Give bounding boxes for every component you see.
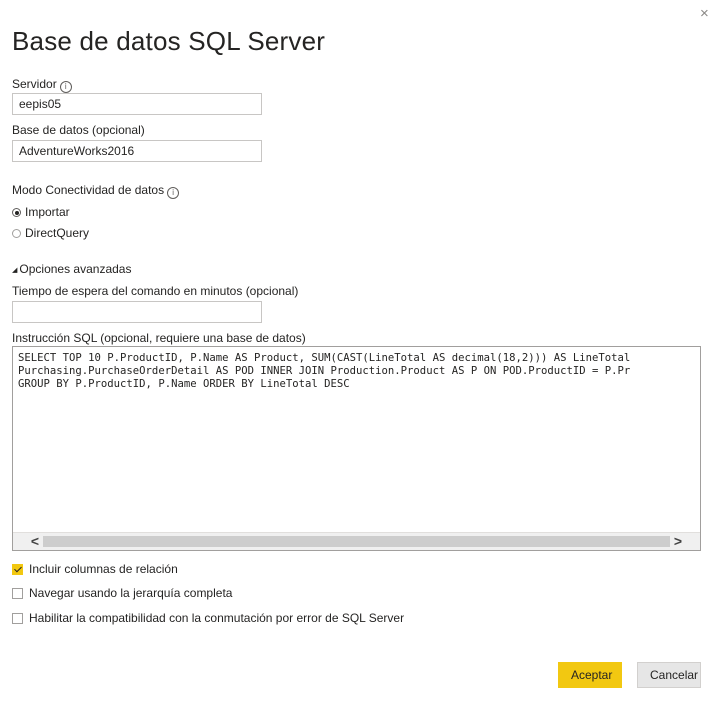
ok-button[interactable]: Aceptar xyxy=(558,662,622,688)
scroll-right-icon[interactable]: > xyxy=(664,533,692,550)
server-input[interactable] xyxy=(12,93,262,115)
cancel-button[interactable]: Cancelar xyxy=(637,662,701,688)
info-icon[interactable]: i xyxy=(59,81,72,93)
advanced-options-toggle[interactable]: ◢ Opciones avanzadas xyxy=(12,262,131,276)
expand-triangle-icon: ◢ xyxy=(12,267,18,274)
checkbox-navigate-full-hierarchy[interactable]: Navegar usando la jerarquía completa xyxy=(12,586,232,600)
horizontal-scrollbar[interactable]: < > xyxy=(13,532,700,550)
checkbox-empty-icon[interactable] xyxy=(12,613,23,624)
radio-directquery[interactable]: DirectQuery xyxy=(12,226,89,240)
sql-line: SELECT TOP 10 P.ProductID, P.Name AS Pro… xyxy=(18,352,631,364)
sql-line: GROUP BY P.ProductID, P.Name ORDER BY Li… xyxy=(18,378,350,390)
radio-directquery-label: DirectQuery xyxy=(25,226,90,240)
server-label: Servidor xyxy=(12,77,57,91)
checkbox-label: Navegar usando la jerarquía completa xyxy=(29,586,233,600)
server-label-row: Servidor i xyxy=(12,77,72,93)
sql-statement-text[interactable]: SELECT TOP 10 P.ProductID, P.Name AS Pro… xyxy=(18,352,698,391)
radio-selected-icon[interactable] xyxy=(12,208,21,217)
checkbox-empty-icon[interactable] xyxy=(12,588,23,599)
database-input[interactable] xyxy=(12,140,262,162)
sql-statement-textarea[interactable]: SELECT TOP 10 P.ProductID, P.Name AS Pro… xyxy=(12,346,701,551)
connectivity-label: Modo Conectividad de datos xyxy=(12,183,165,197)
checkbox-label: Habilitar la compatibilidad con la conmu… xyxy=(29,611,405,625)
info-icon[interactable]: i xyxy=(167,187,180,199)
checkbox-include-relationship-columns[interactable]: Incluir columnas de relación xyxy=(12,562,178,576)
timeout-input[interactable] xyxy=(12,301,262,323)
advanced-options-label: Opciones avanzadas xyxy=(19,262,132,276)
radio-unselected-icon[interactable] xyxy=(12,229,21,238)
timeout-label: Tiempo de espera del comando en minutos … xyxy=(12,284,299,298)
connectivity-label-row: Modo Conectividad de datos i xyxy=(12,183,180,199)
radio-import-label: Importar xyxy=(25,205,70,219)
close-button[interactable]: × xyxy=(700,4,714,24)
checkbox-failover-support[interactable]: Habilitar la compatibilidad con la conmu… xyxy=(12,611,404,625)
sql-statement-label: Instrucción SQL (opcional, requiere una … xyxy=(12,331,306,345)
dialog-title: Base de datos SQL Server xyxy=(12,26,326,56)
checkmark-icon[interactable] xyxy=(12,564,23,575)
sql-line: Purchasing.PurchaseOrderDetail AS POD IN… xyxy=(18,365,631,377)
close-icon: × xyxy=(700,5,709,22)
scrollbar-thumb[interactable] xyxy=(43,536,670,547)
database-label: Base de datos (opcional) xyxy=(12,123,145,137)
checkbox-label: Incluir columnas de relación xyxy=(29,562,178,576)
radio-import[interactable]: Importar xyxy=(12,205,70,219)
